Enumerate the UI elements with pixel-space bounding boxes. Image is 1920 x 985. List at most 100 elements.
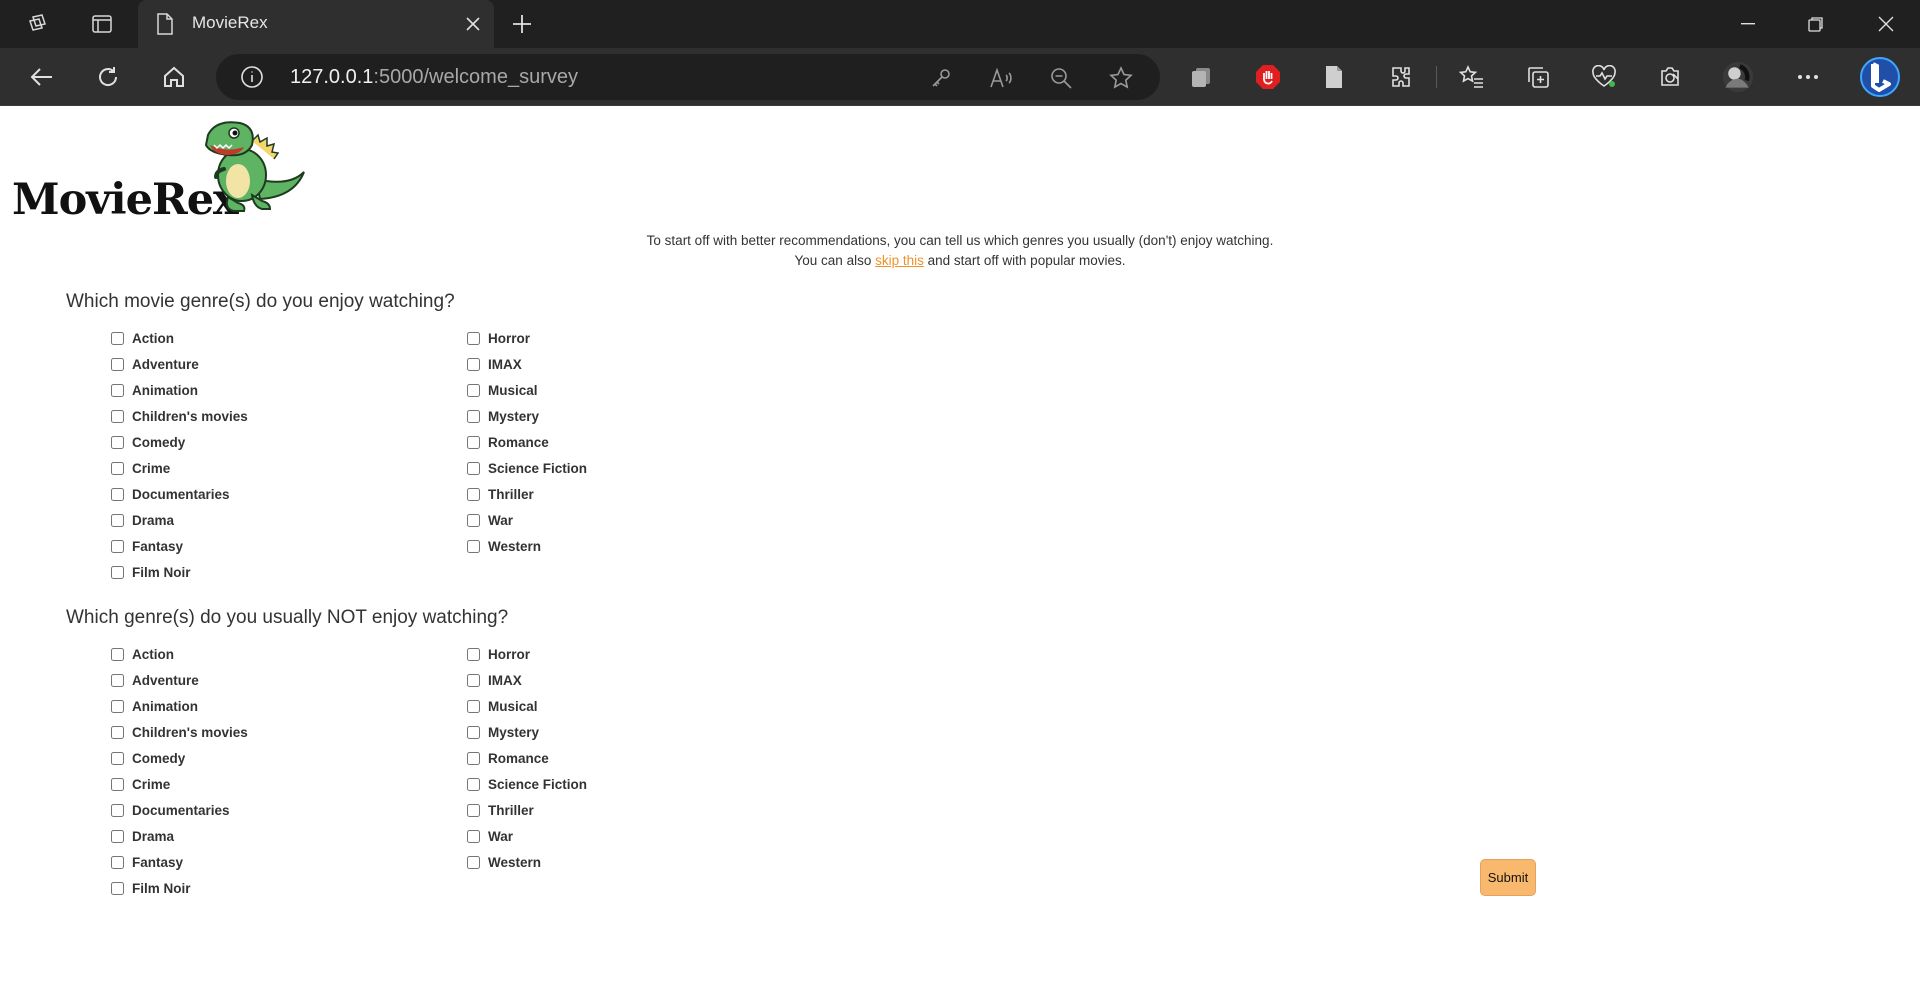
genre-checkbox[interactable] — [467, 648, 480, 661]
genre-option[interactable]: Adventure — [108, 671, 408, 697]
submit-button[interactable]: Submit — [1480, 859, 1536, 896]
genre-checkbox[interactable] — [111, 358, 124, 371]
genre-checkbox[interactable] — [467, 830, 480, 843]
favorite-star-icon[interactable] — [1108, 65, 1134, 91]
genre-option[interactable]: Animation — [108, 381, 408, 407]
collections-ext-icon[interactable] — [1186, 61, 1218, 93]
close-tab-icon[interactable] — [460, 11, 486, 37]
workspaces-icon[interactable] — [24, 10, 52, 38]
genre-checkbox[interactable] — [111, 488, 124, 501]
genre-option[interactable]: Western — [464, 853, 764, 879]
password-key-icon[interactable] — [928, 65, 954, 91]
genre-option[interactable]: Film Noir — [108, 879, 408, 905]
genre-checkbox[interactable] — [111, 882, 124, 895]
movierex-logo[interactable]: MovieRex — [12, 117, 312, 227]
genre-option[interactable]: Animation — [108, 697, 408, 723]
genre-checkbox[interactable] — [467, 462, 480, 475]
genre-option[interactable]: IMAX — [464, 355, 764, 381]
genre-option[interactable]: Film Noir — [108, 563, 408, 589]
genre-option[interactable]: Western — [464, 537, 764, 563]
genre-option[interactable]: Children's movies — [108, 723, 408, 749]
genre-checkbox[interactable] — [467, 804, 480, 817]
genre-option[interactable]: Thriller — [464, 801, 764, 827]
genre-checkbox[interactable] — [111, 648, 124, 661]
genre-checkbox[interactable] — [111, 700, 124, 713]
genre-checkbox[interactable] — [111, 674, 124, 687]
genre-option[interactable]: Action — [108, 329, 408, 355]
genre-option[interactable]: Drama — [108, 511, 408, 537]
genre-option[interactable]: Children's movies — [108, 407, 408, 433]
genre-option[interactable]: Crime — [108, 775, 408, 801]
extensions-icon[interactable] — [1384, 61, 1416, 93]
genre-checkbox[interactable] — [111, 462, 124, 475]
genre-checkbox[interactable] — [467, 358, 480, 371]
ad-block-icon[interactable] — [1252, 61, 1284, 93]
genre-checkbox[interactable] — [467, 384, 480, 397]
profile-avatar[interactable] — [1722, 61, 1754, 93]
genre-checkbox[interactable] — [111, 856, 124, 869]
read-aloud-icon[interactable] — [988, 65, 1014, 91]
genre-checkbox[interactable] — [111, 436, 124, 449]
genre-checkbox[interactable] — [467, 752, 480, 765]
genre-option[interactable]: Documentaries — [108, 485, 408, 511]
genre-checkbox[interactable] — [111, 830, 124, 843]
genre-checkbox[interactable] — [467, 410, 480, 423]
genre-checkbox[interactable] — [111, 752, 124, 765]
address-bar[interactable]: 127.0.0.1:5000/welcome_survey — [216, 54, 1160, 100]
back-icon[interactable] — [26, 61, 58, 93]
document-ext-icon[interactable] — [1318, 61, 1350, 93]
genre-checkbox[interactable] — [467, 436, 480, 449]
minimize-icon[interactable] — [1714, 0, 1782, 48]
refresh-icon[interactable] — [92, 61, 124, 93]
genre-checkbox[interactable] — [111, 410, 124, 423]
genre-option[interactable]: IMAX — [464, 671, 764, 697]
genre-option[interactable]: Horror — [464, 329, 764, 355]
genre-option[interactable]: Science Fiction — [464, 775, 764, 801]
genre-option[interactable]: Fantasy — [108, 853, 408, 879]
genre-option[interactable]: Adventure — [108, 355, 408, 381]
genre-option[interactable]: Mystery — [464, 723, 764, 749]
genre-option[interactable]: War — [464, 511, 764, 537]
zoom-out-icon[interactable] — [1048, 65, 1074, 91]
site-info-icon[interactable] — [240, 65, 264, 94]
genre-option[interactable]: Comedy — [108, 433, 408, 459]
browser-essentials-icon[interactable] — [1588, 61, 1620, 93]
genre-checkbox[interactable] — [111, 332, 124, 345]
genre-option[interactable]: Crime — [108, 459, 408, 485]
performance-icon[interactable] — [1654, 61, 1686, 93]
genre-checkbox[interactable] — [467, 674, 480, 687]
collections-icon[interactable] — [1522, 61, 1554, 93]
genre-option[interactable]: Thriller — [464, 485, 764, 511]
genre-checkbox[interactable] — [467, 726, 480, 739]
genre-option[interactable]: Science Fiction — [464, 459, 764, 485]
genre-checkbox[interactable] — [111, 540, 124, 553]
home-icon[interactable] — [158, 61, 190, 93]
genre-option[interactable]: Action — [108, 645, 408, 671]
genre-option[interactable]: Romance — [464, 433, 764, 459]
genre-checkbox[interactable] — [111, 778, 124, 791]
genre-checkbox[interactable] — [467, 488, 480, 501]
bing-copilot-icon[interactable] — [1856, 54, 1904, 100]
tab-movierex[interactable]: MovieRex — [138, 0, 494, 48]
genre-checkbox[interactable] — [467, 856, 480, 869]
genre-checkbox[interactable] — [467, 700, 480, 713]
genre-checkbox[interactable] — [111, 726, 124, 739]
genre-option[interactable]: War — [464, 827, 764, 853]
genre-option[interactable]: Musical — [464, 381, 764, 407]
genre-option[interactable]: Romance — [464, 749, 764, 775]
genre-checkbox[interactable] — [467, 778, 480, 791]
genre-option[interactable]: Documentaries — [108, 801, 408, 827]
restore-icon[interactable] — [1782, 0, 1850, 48]
genre-option[interactable]: Drama — [108, 827, 408, 853]
genre-checkbox[interactable] — [111, 566, 124, 579]
close-window-icon[interactable] — [1852, 0, 1920, 48]
genre-option[interactable]: Fantasy — [108, 537, 408, 563]
more-options-icon[interactable] — [1792, 61, 1824, 93]
genre-option[interactable]: Comedy — [108, 749, 408, 775]
genre-checkbox[interactable] — [111, 804, 124, 817]
genre-checkbox[interactable] — [111, 514, 124, 527]
genre-option[interactable]: Horror — [464, 645, 764, 671]
genre-checkbox[interactable] — [111, 384, 124, 397]
skip-this-link[interactable]: skip this — [875, 253, 924, 268]
new-tab-icon[interactable] — [508, 10, 536, 38]
